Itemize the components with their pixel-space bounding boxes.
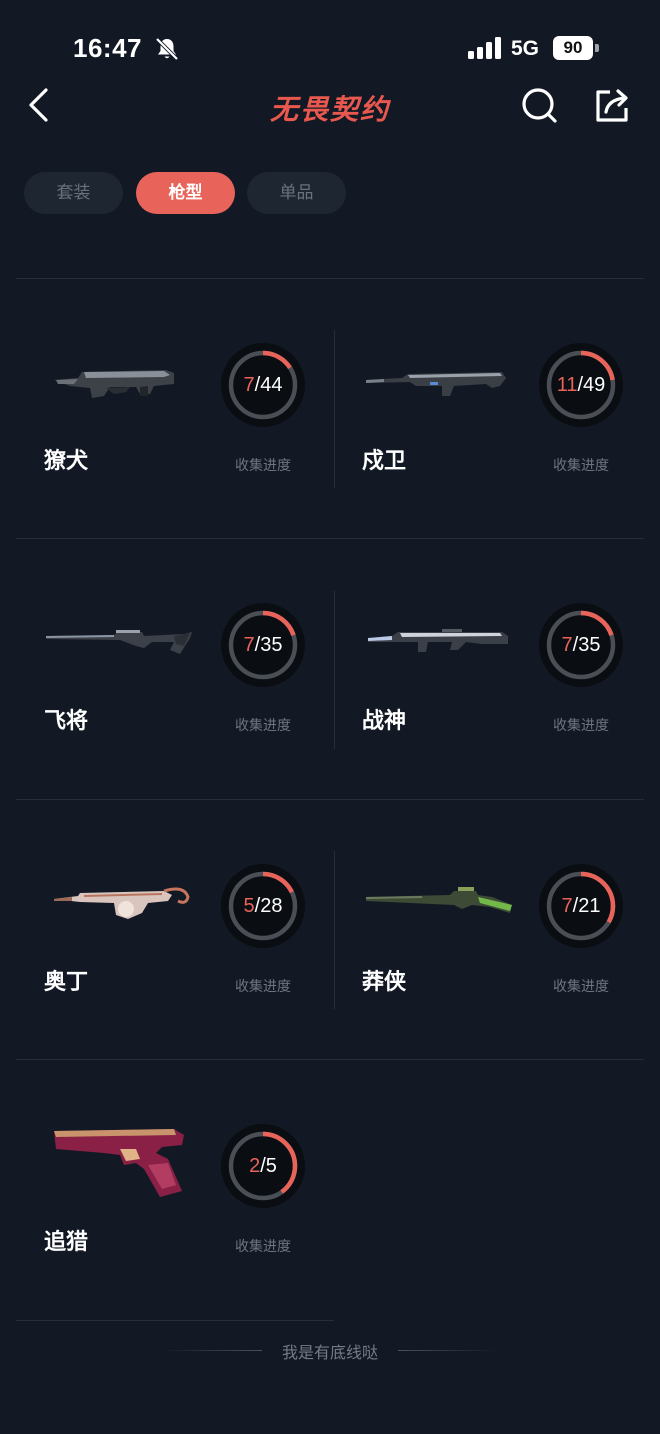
total-count: 49 (583, 374, 606, 396)
progress-label: 收集进度 (553, 979, 609, 995)
progress-count: 2/5 (249, 1155, 277, 1177)
progress-count: 7/35 (243, 634, 283, 656)
progress-count: 7/35 (561, 634, 601, 656)
total-count: 35 (260, 634, 283, 656)
weapon-name: 獠犬 (44, 449, 89, 474)
weapon-name: 战神 (362, 709, 407, 734)
tab-single-items[interactable]: 单品 (247, 172, 346, 214)
weapon-card[interactable]: 戍卫 11/49 收集进度 (334, 278, 652, 538)
rifle-icon (366, 372, 506, 396)
weapon-card[interactable]: 奥丁 5/28 收集进度 (16, 799, 334, 1059)
total-count: 21 (578, 895, 601, 917)
collected-count: 7 (243, 634, 255, 656)
progress-label: 收集进度 (235, 458, 291, 474)
progress-label: 收集进度 (235, 979, 291, 995)
tab-weapon-type[interactable]: 枪型 (136, 172, 235, 214)
progress-count: 11/49 (556, 374, 606, 396)
weapon-name: 戍卫 (362, 449, 407, 474)
smg-icon (54, 370, 174, 398)
progress-count: 7/44 (243, 374, 283, 396)
battery-level: 90 (553, 36, 593, 60)
search-icon[interactable] (518, 84, 562, 128)
progress-count: 7/21 (561, 895, 601, 917)
pistol-icon (54, 1129, 184, 1197)
weapon-card[interactable]: 飞将 7/35 收集进度 (16, 538, 334, 798)
total-count: 44 (260, 374, 283, 396)
weapon-name: 莽侠 (362, 970, 407, 995)
weapon-name: 奥丁 (44, 970, 89, 995)
collected-count: 7 (561, 895, 573, 917)
machine-gun-icon (368, 629, 508, 652)
status-time: 16:47 (73, 33, 142, 63)
progress-label: 收集进度 (553, 458, 609, 474)
weapon-card[interactable]: 追猎 2/5 收集进度 (16, 1059, 334, 1319)
collected-count: 11 (556, 374, 578, 396)
weapon-card[interactable]: 莽侠 7/21 收集进度 (334, 799, 652, 1059)
weapon-name: 追猎 (44, 1230, 89, 1255)
total-count: 35 (578, 634, 601, 656)
divider (16, 1320, 334, 1321)
battery-icon: 90 (553, 36, 599, 60)
list-end-footer: 我是有底线哒 (0, 1336, 660, 1366)
progress-count: 5/28 (243, 895, 283, 917)
progress-label: 收集进度 (235, 718, 291, 734)
collected-count: 7 (243, 374, 255, 396)
progress-label: 收集进度 (235, 1239, 291, 1255)
weapon-card[interactable]: 战神 7/35 收集进度 (334, 538, 652, 798)
bell-muted-icon (155, 37, 179, 61)
end-of-list-text: 我是有底线哒 (281, 1343, 378, 1362)
collected-count: 5 (243, 895, 255, 917)
nav-bar: 无畏契约 (0, 80, 660, 130)
tab-suits[interactable]: 套装 (24, 172, 123, 214)
sniper-icon (46, 630, 192, 654)
marshal-rifle-icon (366, 887, 512, 913)
share-icon[interactable] (592, 84, 636, 128)
total-count: 28 (260, 895, 283, 917)
cellular-signal-icon (468, 37, 501, 59)
total-count: 5 (265, 1155, 277, 1177)
collected-count: 2 (249, 1155, 261, 1177)
heavy-gun-icon (54, 887, 190, 919)
divider (398, 1350, 498, 1351)
progress-label: 收集进度 (553, 718, 609, 734)
network-type: 5G (511, 37, 540, 60)
collected-count: 7 (561, 634, 573, 656)
weapon-name: 飞将 (44, 709, 89, 734)
weapon-card[interactable]: 獠犬 7/44 收集进度 (16, 278, 334, 538)
